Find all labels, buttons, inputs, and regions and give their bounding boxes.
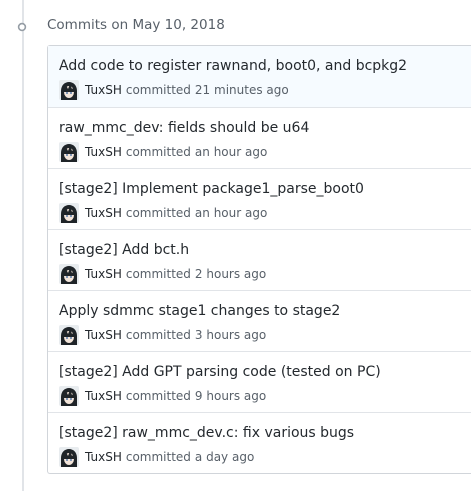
commit-title-link[interactable]: [stage2] Add bct.h: [59, 242, 189, 258]
git-commit-icon: [15, 19, 29, 33]
avatar[interactable]: [59, 80, 79, 100]
commit-row[interactable]: Apply sdmmc stage1 changes to stage2 Tux…: [48, 290, 471, 351]
commit-author-link[interactable]: TuxSH: [85, 83, 122, 97]
commit-time[interactable]: a day ago: [195, 450, 254, 464]
commit-verb: committed: [125, 450, 191, 464]
commit-meta: TuxSH committed 9 hours ago: [59, 386, 266, 406]
commit-group-title: Commits on May 10, 2018: [47, 17, 225, 33]
commit-time[interactable]: 9 hours ago: [195, 389, 266, 403]
avatar[interactable]: [59, 447, 79, 467]
commit-time[interactable]: 2 hours ago: [195, 267, 266, 281]
commit-list: Add code to register rawnand, boot0, and…: [47, 45, 471, 474]
commit-time[interactable]: 21 minutes ago: [195, 83, 289, 97]
commit-row[interactable]: [stage2] Add GPT parsing code (tested on…: [48, 351, 471, 412]
commit-row[interactable]: [stage2] raw_mmc_dev.c: fix various bugs…: [48, 412, 471, 473]
commit-verb: committed: [125, 206, 191, 220]
avatar[interactable]: [59, 325, 79, 345]
commit-author-link[interactable]: TuxSH: [85, 267, 122, 281]
commit-author-link[interactable]: TuxSH: [85, 145, 122, 159]
commit-title-link[interactable]: [stage2] raw_mmc_dev.c: fix various bugs: [59, 425, 354, 441]
commit-row[interactable]: [stage2] Add bct.h TuxSH committed 2 hou…: [48, 229, 471, 290]
commit-row[interactable]: Add code to register rawnand, boot0, and…: [48, 46, 471, 107]
commit-verb: committed: [125, 83, 191, 97]
commit-row[interactable]: [stage2] Implement package1_parse_boot0 …: [48, 168, 471, 229]
commit-verb: committed: [125, 145, 191, 159]
commit-meta: TuxSH committed an hour ago: [59, 142, 267, 162]
commit-verb: committed: [125, 328, 191, 342]
commit-time[interactable]: an hour ago: [195, 145, 267, 159]
commit-title-link[interactable]: Apply sdmmc stage1 changes to stage2: [59, 303, 340, 319]
commit-title-link[interactable]: [stage2] Implement package1_parse_boot0: [59, 181, 364, 197]
commit-meta: TuxSH committed a day ago: [59, 447, 254, 467]
commit-time[interactable]: 3 hours ago: [195, 328, 266, 342]
commit-author-link[interactable]: TuxSH: [85, 206, 122, 220]
avatar[interactable]: [59, 142, 79, 162]
commit-author-link[interactable]: TuxSH: [85, 450, 122, 464]
avatar[interactable]: [59, 386, 79, 406]
commit-author-link[interactable]: TuxSH: [85, 389, 122, 403]
commit-title-link[interactable]: raw_mmc_dev: fields should be u64: [59, 120, 309, 136]
commit-row[interactable]: raw_mmc_dev: fields should be u64 TuxSH …: [48, 107, 471, 168]
commit-meta: TuxSH committed 21 minutes ago: [59, 80, 289, 100]
commit-time[interactable]: an hour ago: [195, 206, 267, 220]
commit-verb: committed: [125, 389, 191, 403]
commit-title-link[interactable]: [stage2] Add GPT parsing code (tested on…: [59, 364, 381, 380]
commit-meta: TuxSH committed 3 hours ago: [59, 325, 266, 345]
timeline-line: [22, 0, 24, 491]
commit-author-link[interactable]: TuxSH: [85, 328, 122, 342]
avatar[interactable]: [59, 264, 79, 284]
commit-verb: committed: [125, 267, 191, 281]
commit-meta: TuxSH committed 2 hours ago: [59, 264, 266, 284]
commit-title-link[interactable]: Add code to register rawnand, boot0, and…: [59, 58, 407, 74]
avatar[interactable]: [59, 203, 79, 223]
commit-meta: TuxSH committed an hour ago: [59, 203, 267, 223]
